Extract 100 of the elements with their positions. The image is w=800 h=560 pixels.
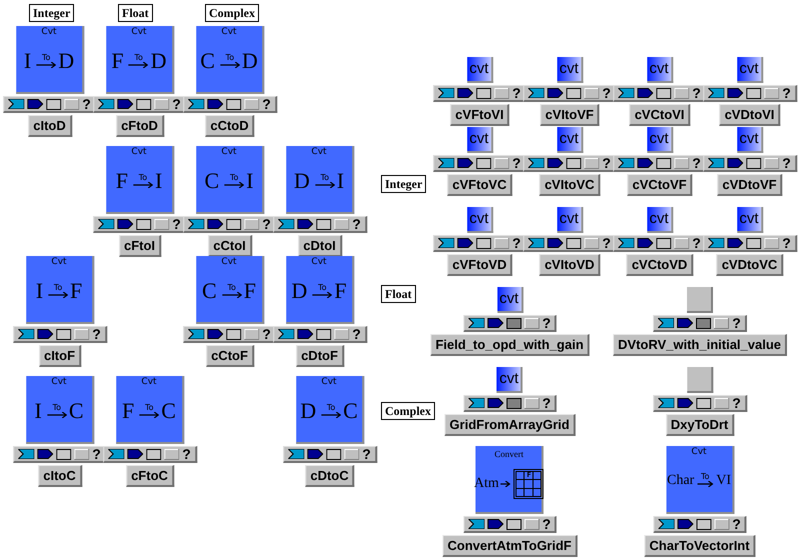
block-arrow-label: To — [134, 54, 143, 62]
help-button[interactable]: ? — [602, 156, 611, 170]
help-button[interactable]: ? — [782, 236, 791, 250]
help-button[interactable]: ? — [512, 86, 521, 100]
module-name-button[interactable]: cFtoI — [118, 235, 162, 257]
module-name-button[interactable]: cItoC — [38, 465, 82, 487]
help-button[interactable]: ? — [172, 217, 181, 231]
help-button[interactable]: ? — [732, 316, 741, 330]
help-button[interactable]: ? — [262, 97, 271, 111]
converter-block[interactable]: Cvt I To F — [26, 256, 94, 324]
help-button[interactable]: ? — [92, 327, 101, 341]
help-button[interactable]: ? — [362, 447, 371, 461]
module-name-button[interactable]: cVItoVF — [540, 104, 600, 126]
help-button[interactable]: ? — [512, 236, 521, 250]
module-name-button[interactable]: cFtoC — [126, 465, 174, 487]
module-name-button[interactable]: cCtoF — [206, 345, 254, 367]
help-button[interactable]: ? — [262, 327, 271, 341]
module-name-button[interactable]: cItoF — [38, 345, 82, 367]
converter-block[interactable]: cvt — [557, 57, 583, 83]
converter-block[interactable]: cvt — [467, 127, 493, 153]
block-target-type: I — [246, 170, 254, 192]
converter-block[interactable]: cvt — [497, 367, 523, 393]
module-name-button[interactable]: cDtoF — [296, 345, 344, 367]
converter-block[interactable]: Cvt F To D — [106, 26, 174, 94]
help-button[interactable]: ? — [692, 86, 701, 100]
converter-block[interactable]: Cvt C To F — [196, 256, 264, 324]
help-button[interactable]: ? — [352, 327, 361, 341]
module-name-button[interactable]: cVFtoVI — [450, 104, 510, 126]
help-button[interactable]: ? — [512, 156, 521, 170]
converter-block[interactable]: cvt — [467, 207, 493, 233]
module-name-button[interactable]: cVFtoVD — [447, 254, 513, 276]
converter-block[interactable]: cvt — [557, 127, 583, 153]
module-name-button[interactable]: cVDtoVI — [720, 104, 780, 126]
converter-block[interactable]: cvt — [647, 127, 673, 153]
help-button[interactable]: ? — [182, 447, 191, 461]
output-port-icon — [457, 238, 474, 248]
converter-block[interactable]: cvt — [497, 287, 523, 313]
help-button[interactable]: ? — [732, 517, 741, 531]
module-name-button[interactable]: ConvertAtmToGridF — [442, 535, 578, 557]
input-port-icon — [438, 88, 454, 98]
module-name-button[interactable]: CharToVectorInt — [644, 535, 756, 557]
help-button[interactable]: ? — [542, 316, 551, 330]
help-button[interactable]: ? — [262, 217, 271, 231]
module-name-button[interactable]: cCtoD — [205, 115, 255, 137]
block-source-type: D — [300, 400, 316, 422]
module-name-button[interactable]: GridFromArrayGrid — [444, 414, 576, 436]
converter-block[interactable]: cvt — [467, 57, 493, 83]
converter-block[interactable]: Cvt D To C — [296, 376, 364, 444]
help-button[interactable]: ? — [352, 217, 361, 231]
module-name-button[interactable]: DVtoRV_with_initial_value — [612, 334, 788, 356]
empty-block[interactable] — [687, 367, 713, 393]
converter-block[interactable]: Cvt I To C — [26, 376, 94, 444]
module-name-button[interactable]: cDtoI — [298, 235, 342, 257]
module-name-button[interactable]: Field_to_opd_with_gain — [430, 334, 590, 356]
module-name-button[interactable]: DxyToDrt — [666, 414, 734, 436]
arrow-icon — [224, 182, 244, 188]
help-button[interactable]: ? — [732, 396, 741, 410]
module-name-button[interactable]: cVItoVD — [540, 254, 600, 276]
converter-block[interactable]: Cvt C To D — [196, 26, 264, 94]
help-button[interactable]: ? — [602, 86, 611, 100]
converter-block[interactable]: cvt — [737, 57, 763, 83]
block-caption: Cvt — [51, 377, 67, 388]
raised-box-icon — [64, 98, 80, 110]
help-button[interactable]: ? — [542, 396, 551, 410]
module-name-button[interactable]: cVDtoVF — [717, 174, 783, 196]
module-name-button[interactable]: cVCtoVF — [627, 174, 693, 196]
converter-block[interactable]: cvt — [737, 127, 763, 153]
help-button[interactable]: ? — [92, 447, 101, 461]
converter-block[interactable]: Cvt F To I — [106, 146, 174, 214]
converter-block[interactable]: cvt — [647, 207, 673, 233]
converter-block[interactable]: Cvt Char To VI — [666, 446, 734, 514]
converter-block[interactable]: Cvt D To I — [286, 146, 354, 214]
block-source-type: F — [116, 170, 128, 192]
input-port-icon — [468, 519, 484, 529]
help-button[interactable]: ? — [172, 97, 181, 111]
converter-block[interactable]: Cvt F To C — [116, 376, 184, 444]
module-name-button[interactable]: cVDtoVC — [716, 254, 784, 276]
module-name-button[interactable]: cCtoI — [208, 235, 252, 257]
converter-block[interactable]: Cvt I To D — [16, 26, 84, 94]
converter-block[interactable]: cvt — [647, 57, 673, 83]
module-name-button[interactable]: cItoD — [28, 115, 72, 137]
converter-block[interactable]: Cvt D To F — [286, 256, 354, 324]
help-button[interactable]: ? — [692, 236, 701, 250]
module-name-button[interactable]: cVCtoVD — [626, 254, 694, 276]
help-button[interactable]: ? — [542, 517, 551, 531]
empty-block[interactable] — [687, 287, 713, 313]
module-name-button[interactable]: cDtoC — [305, 465, 355, 487]
help-button[interactable]: ? — [602, 236, 611, 250]
input-port-icon — [658, 318, 674, 328]
module-name-button[interactable]: cFtoD — [116, 115, 164, 137]
help-button[interactable]: ? — [782, 156, 791, 170]
help-button[interactable]: ? — [692, 156, 701, 170]
help-button[interactable]: ? — [82, 97, 91, 111]
module-name-button[interactable]: cVCtoVI — [630, 104, 690, 126]
module-name-button[interactable]: cVFtoVC — [447, 174, 513, 196]
module-name-button[interactable]: cVItoVC — [540, 174, 600, 196]
converter-block[interactable]: cvt — [557, 207, 583, 233]
converter-block[interactable]: Cvt C To I — [196, 146, 264, 214]
help-button[interactable]: ? — [782, 86, 791, 100]
converter-block[interactable]: cvt — [737, 207, 763, 233]
